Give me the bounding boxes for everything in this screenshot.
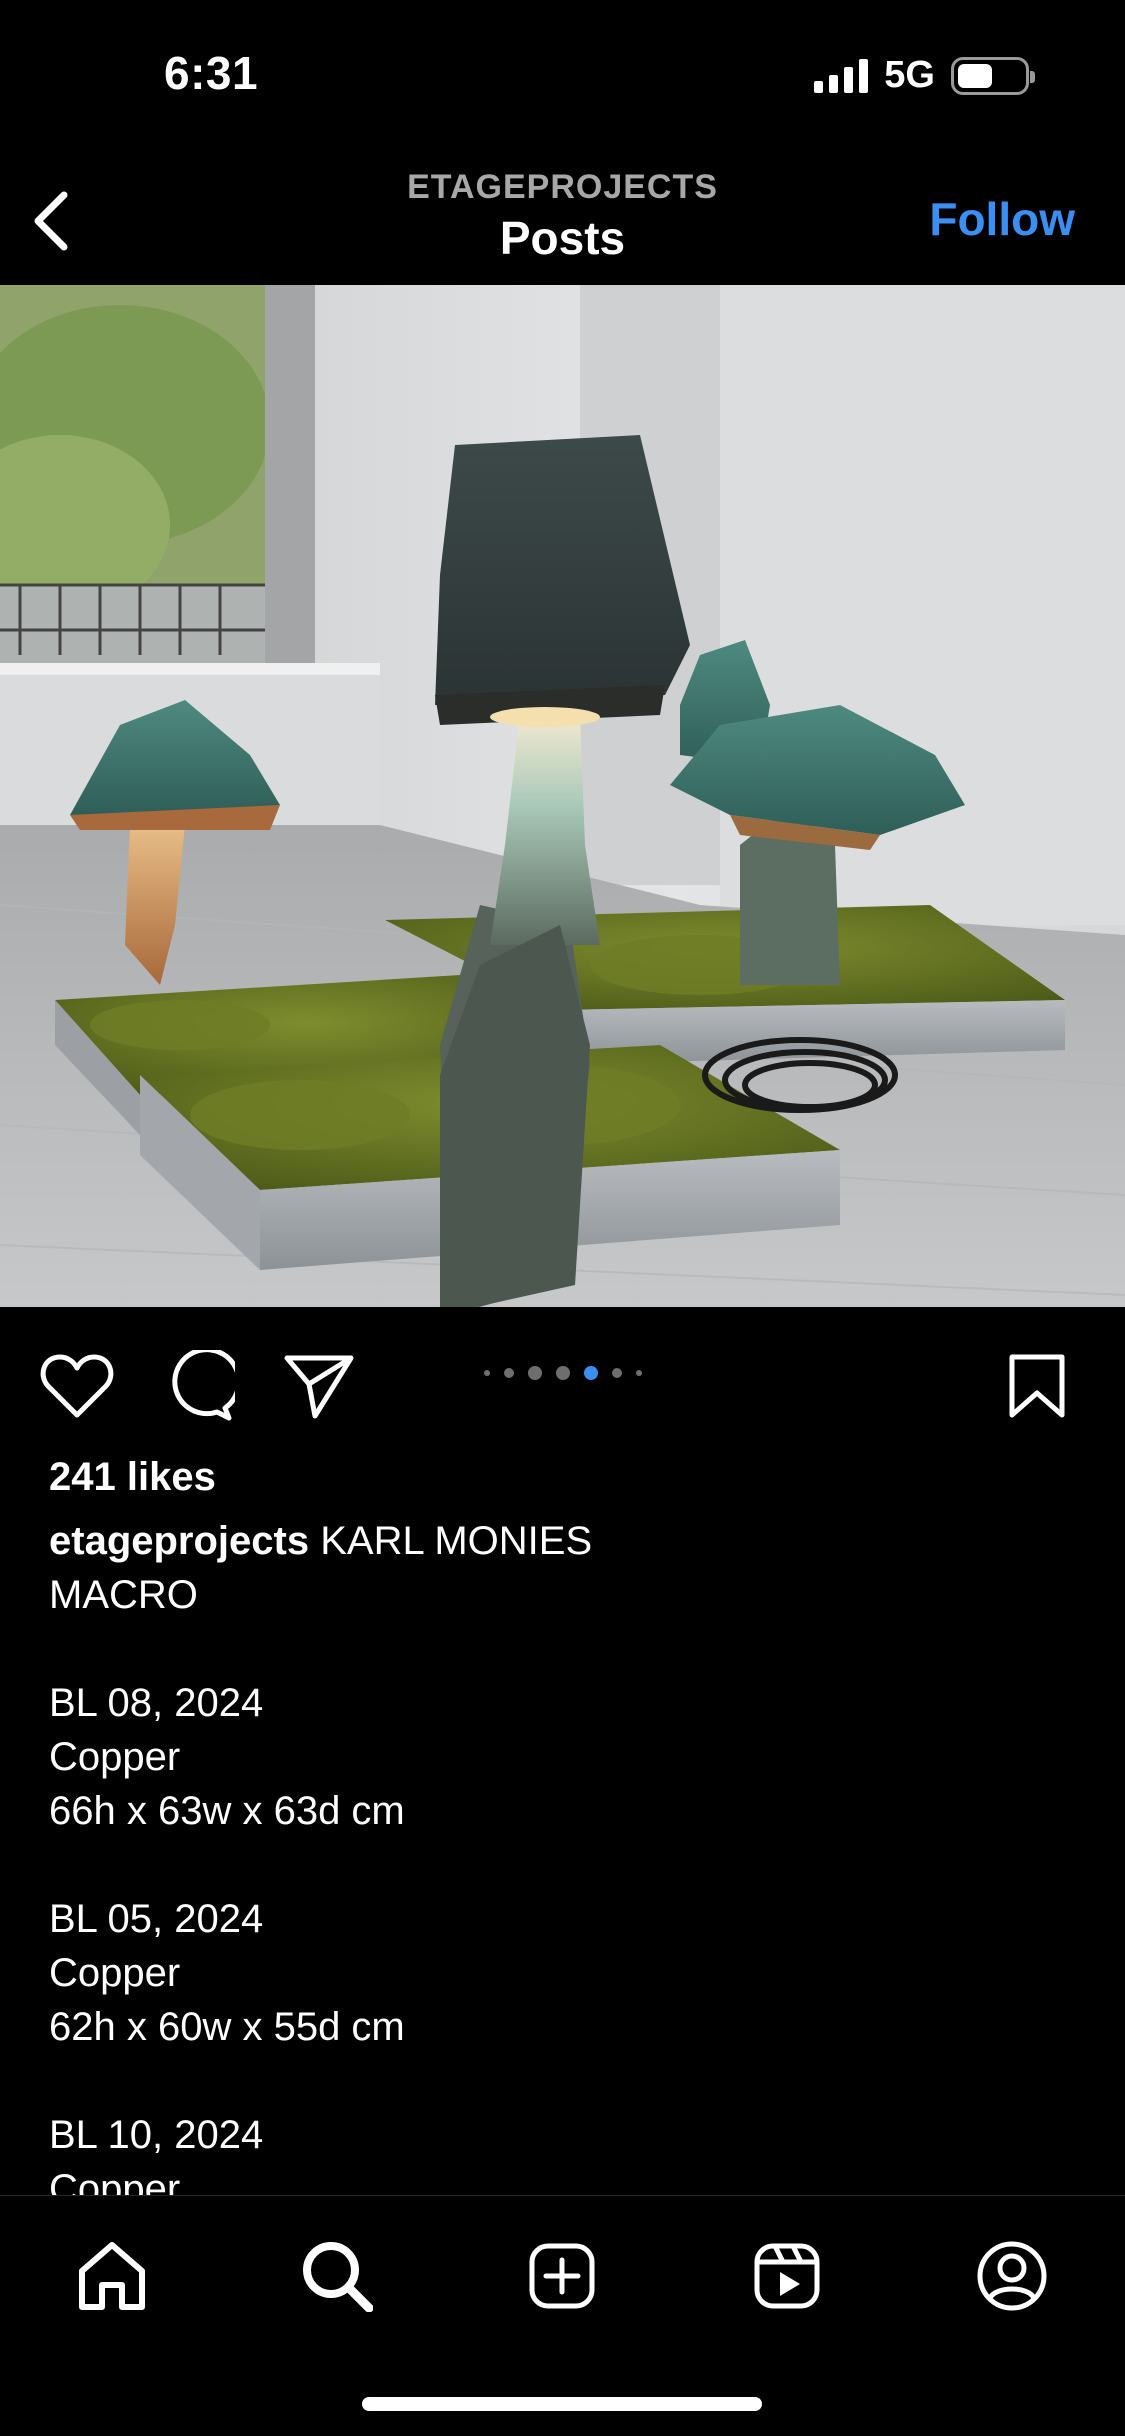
comment-icon [172, 1350, 235, 1421]
status-indicators: 5G [814, 54, 1035, 97]
mushroom-sculptures-photo [0, 285, 1125, 1307]
tab-home[interactable] [72, 2236, 152, 2316]
home-icon [79, 2242, 145, 2310]
like-count[interactable]: 241 likes [49, 1450, 1079, 1504]
home-indicator [362, 2397, 762, 2411]
signal-icon [814, 58, 869, 93]
battery-icon [951, 56, 1035, 95]
follow-button[interactable]: Follow [929, 192, 1075, 246]
caption-body: MACRO BL 08, 2024 Copper 66h x 63w x 63d cm… [49, 1568, 1079, 2216]
carousel-dot-active [583, 1366, 598, 1380]
caption-line: BL 10, 2024 [49, 2113, 264, 2157]
caption-username[interactable]: etageprojects [49, 1519, 309, 1563]
caption-text: KARL MONIES [309, 1519, 593, 1563]
like-button[interactable] [38, 1347, 116, 1425]
carousel-dot [611, 1368, 622, 1378]
post-caption: 241 likes etageprojects KARL MONIES MACR… [49, 1450, 1079, 2216]
comment-button[interactable] [160, 1347, 238, 1425]
caption-line: Copper [49, 1735, 181, 1779]
share-button[interactable] [280, 1347, 358, 1425]
status-time: 6:31 [164, 47, 259, 99]
carousel-dot [503, 1368, 514, 1378]
paper-plane-icon [284, 1355, 354, 1419]
tab-create[interactable] [522, 2236, 602, 2316]
save-button[interactable] [998, 1347, 1076, 1425]
create-icon [529, 2243, 595, 2309]
caption-line: MACRO [49, 1573, 198, 1617]
tab-search[interactable] [297, 2236, 377, 2316]
carousel-dot [635, 1370, 642, 1376]
caption-line: 62h x 60w x 55d cm [49, 2005, 405, 2049]
carousel-dot [555, 1366, 570, 1380]
reels-icon [754, 2243, 820, 2309]
caption-first-line: etageprojects KARL MONIES [49, 1514, 1079, 1568]
tab-reels[interactable] [747, 2236, 827, 2316]
caption-line: BL 08, 2024 [49, 1681, 264, 1725]
profile-icon [977, 2241, 1047, 2311]
post-header: ETAGEPROJECTS Posts Follow [0, 150, 1125, 285]
network-label: 5G [884, 54, 935, 96]
status-bar: 6:31 5G [0, 0, 1125, 150]
caption-line: 66h x 63w x 63d cm [49, 1789, 405, 1833]
heart-icon [40, 1354, 114, 1418]
caption-line: BL 05, 2024 [49, 1897, 264, 1941]
carousel-dot [483, 1370, 490, 1376]
bookmark-icon [1009, 1354, 1065, 1418]
tab-profile[interactable] [972, 2236, 1052, 2316]
carousel-dot [527, 1366, 542, 1380]
carousel-indicator [0, 1366, 1125, 1380]
post-image[interactable] [0, 285, 1125, 1307]
search-icon [303, 2242, 373, 2312]
caption-line: Copper [49, 1951, 181, 1995]
